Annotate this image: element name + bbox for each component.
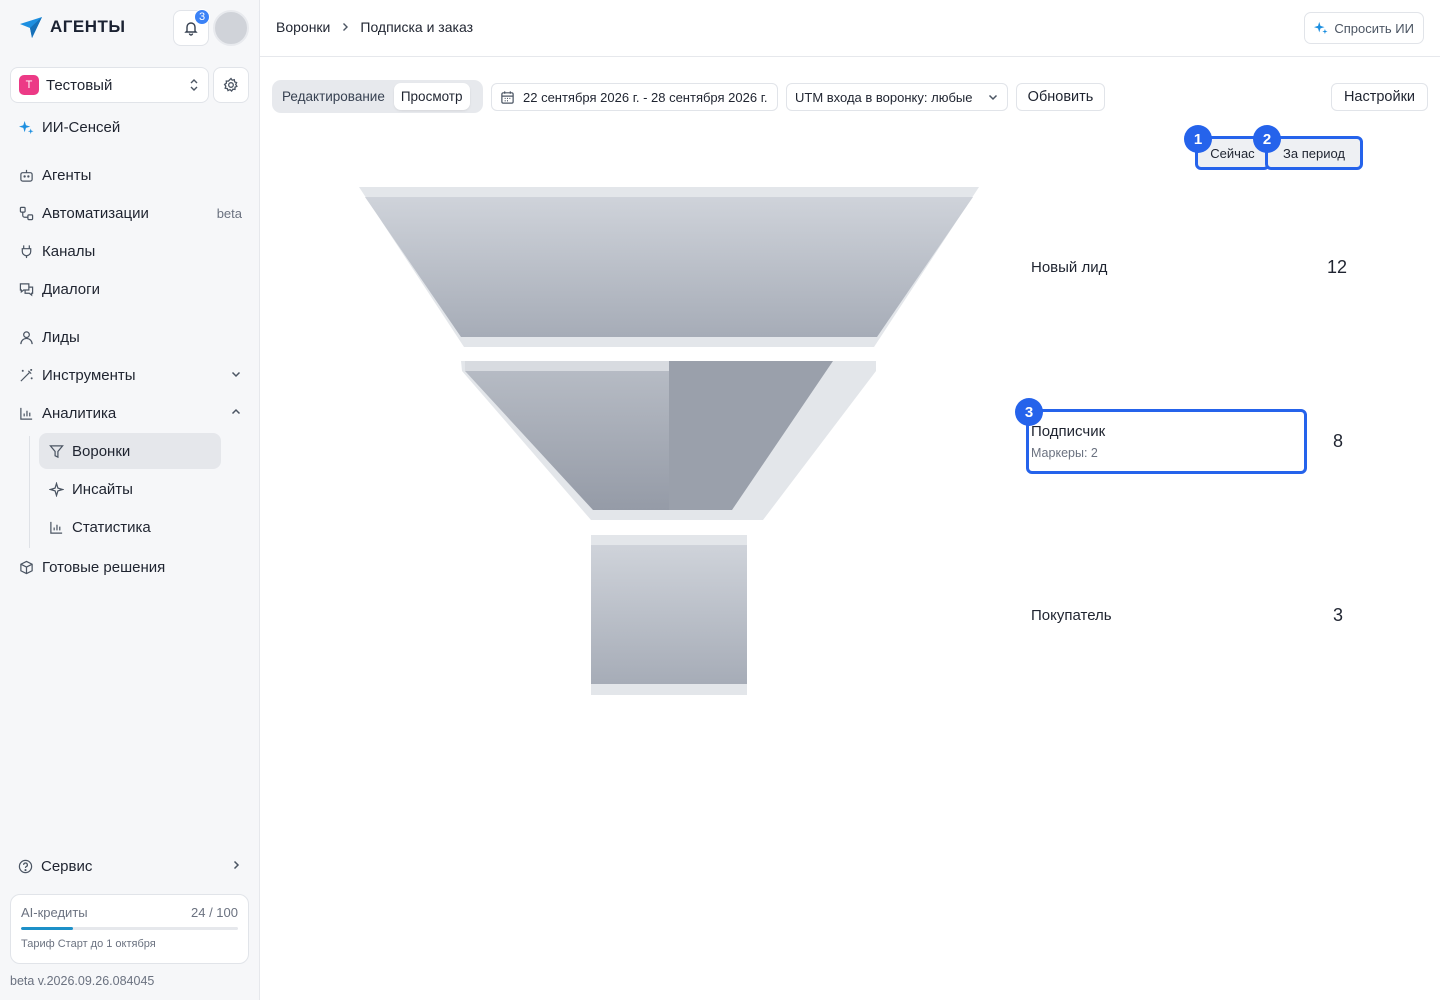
chevron-down-icon [988,94,998,101]
utm-select[interactable]: UTM входа в воронку: любые [786,83,1008,111]
annotation-marker-2: 2 [1253,125,1281,153]
mode-edit-button[interactable]: Редактирование [275,83,392,110]
nav-solutions[interactable]: Готовые решения [18,553,242,581]
nav-automations[interactable]: Автоматизации beta [18,199,242,227]
funnel-stage-2[interactable] [461,361,876,520]
funnel-stage-3[interactable] [591,535,747,695]
bar-chart-icon [19,407,32,420]
wand-icon [19,368,33,382]
stage-count-buyer: 3 [1333,605,1344,625]
stage-name-new-lead[interactable]: Новый лид [1031,259,1107,276]
credits-progress [21,927,238,930]
refresh-button[interactable]: Обновить [1016,83,1105,111]
workspace-badge: Т [19,75,39,95]
logo[interactable]: АГЕНТЫ [18,14,126,40]
annotation-marker-3: 3 [1015,398,1043,426]
filter-icon [49,444,64,458]
nav-analytics[interactable]: Аналитика [18,399,242,427]
workspace-select[interactable]: Т Тестовый [10,67,209,103]
credits-progress-fill [21,927,74,930]
nav-label: Лиды [42,328,80,346]
nav-ai-sensei[interactable]: ИИ-Сенсей [18,113,242,141]
chevron-down-icon [231,371,241,377]
avatar[interactable] [213,10,249,46]
nav-dialogs[interactable]: Диалоги [18,275,242,303]
date-range-value: 22 сентября 2026 г. - 28 сентября 2026 г… [523,89,768,105]
nav-label: Воронки [72,442,131,460]
breadcrumb-current: Подписка и заказ [360,19,473,35]
user-icon [19,330,33,344]
stage-count-subscriber: 8 [1333,431,1344,451]
nav-funnels[interactable]: Воронки [39,433,221,469]
nav-label: Инструменты [42,366,136,384]
nav-statistics[interactable]: Статистика [39,509,221,545]
nav-insights[interactable]: Инсайты [39,471,221,507]
nav-label: ИИ-Сенсей [42,118,121,136]
credits-value: 24 / 100 [191,905,238,920]
nav-label: Сервис [41,857,93,875]
logo-icon [20,17,42,38]
robot-icon [19,169,33,182]
nav-label: Готовые решения [42,558,166,576]
nav-label: Автоматизации [42,204,149,222]
beta-badge: beta [216,205,242,221]
nav-label: Статистика [72,518,151,536]
chevron-right-icon [233,860,240,869]
breadcrumb: Воронки Подписка и заказ [276,19,473,35]
breadcrumb-root[interactable]: Воронки [276,19,330,35]
ask-ai-button[interactable]: Спросить ИИ [1304,12,1424,44]
nav-leads[interactable]: Лиды [18,323,242,351]
plug-icon [21,244,31,258]
chevron-updown-icon [190,79,198,91]
topbar: Воронки Подписка и заказ Спросить ИИ [260,0,1440,57]
date-range-picker[interactable]: 22 сентября 2026 г. - 28 сентября 2026 г… [491,83,778,111]
stage-markers: Маркеры: 2 [1031,446,1098,460]
calendar-icon [501,90,514,104]
sidebar: АГЕНТЫ 3 Т Тестовый ИИ-Сенсей Агенты Авт… [0,0,260,1000]
nav-label: Агенты [42,166,92,184]
sparkle-icon [1314,21,1328,35]
box-icon [19,560,33,574]
chevron-right-icon [343,23,349,31]
notification-badge: 3 [194,9,210,25]
nav-service[interactable]: Сервис [18,852,242,880]
gear-icon [223,77,238,92]
stage-name-buyer[interactable]: Покупатель [1031,607,1112,624]
annotation-marker-1: 1 [1184,125,1212,153]
settings-button[interactable]: Настройки [1331,83,1428,111]
nav-label: Каналы [42,242,96,260]
nav-channels[interactable]: Каналы [18,237,242,265]
stage-highlight[interactable] [1026,409,1307,474]
credits-card[interactable]: AI-кредиты 24 / 100 Тариф Старт до 1 окт… [10,894,249,964]
nav-label: Диалоги [42,280,100,298]
credits-plan: Тариф Старт до 1 октября [21,938,156,950]
nav-label: Инсайты [72,480,133,498]
nav-label: Аналитика [42,404,117,422]
bar-chart-icon [50,521,63,534]
help-circle-icon [18,859,33,873]
chevron-up-icon [231,408,241,414]
workspace-name: Тестовый [46,76,113,94]
version-label: beta v.2026.09.26.084045 [10,974,155,988]
submenu-line [29,436,30,548]
funnel-stage-1[interactable] [359,187,979,347]
ask-ai-label: Спросить ИИ [1334,20,1414,36]
funnel-visual [359,187,979,695]
workspace-settings-button[interactable] [213,67,249,103]
stage-name-subscriber[interactable]: Подписчик [1031,423,1105,440]
nav-tools[interactable]: Инструменты [18,361,242,389]
nav-agents[interactable]: Агенты [18,161,242,189]
utm-select-value: UTM входа в воронку: любые [795,89,973,105]
logo-text: АГЕНТЫ [50,17,126,36]
sparkle-icon [18,120,34,134]
workflow-icon [19,206,33,220]
stage-count-new-lead: 12 [1327,257,1348,277]
credits-label: AI-кредиты [21,905,88,920]
mode-toggle: Редактирование Просмотр [272,80,483,113]
mode-view-button[interactable]: Просмотр [393,83,470,110]
sparkle-outline-icon [49,481,64,497]
chat-icon [19,282,33,296]
